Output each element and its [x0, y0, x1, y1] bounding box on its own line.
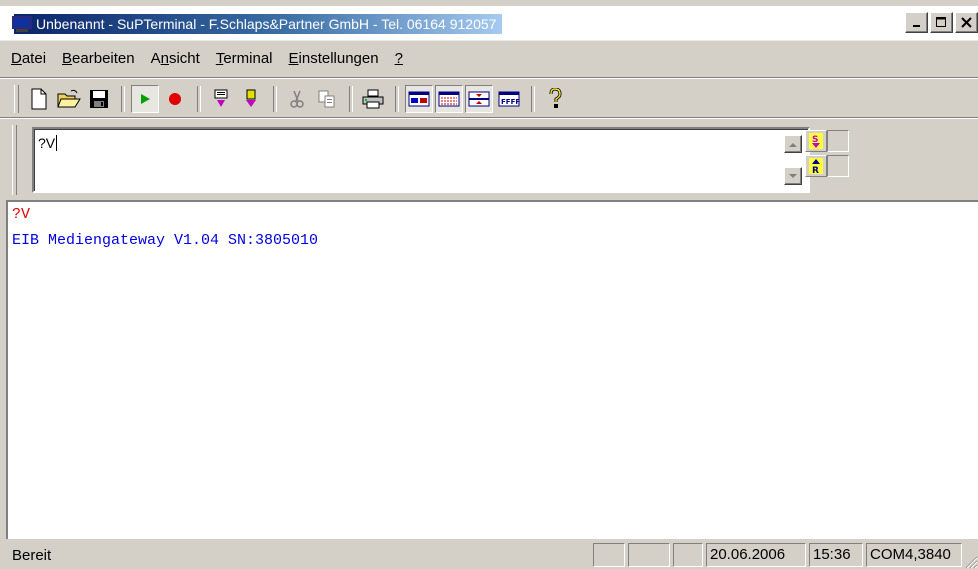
- menu-bearbeiten-accel: B: [62, 50, 73, 67]
- menu-bearbeiten[interactable]: Bearbeiten: [57, 48, 140, 70]
- close-icon: [961, 17, 972, 28]
- minimize-button[interactable]: [905, 12, 928, 33]
- view-table-button[interactable]: [435, 85, 463, 113]
- maximize-button[interactable]: [930, 12, 953, 33]
- status-date: 20.06.2006: [706, 543, 806, 567]
- svg-text:R: R: [812, 166, 819, 175]
- toolbar-separator: [349, 86, 353, 112]
- view-ffff-button[interactable]: FFFF: [495, 85, 523, 113]
- menu-datei[interactable]: Datei: [6, 48, 51, 70]
- send-button[interactable]: [207, 85, 235, 113]
- status-bar: Bereit 20.06.2006 15:36 COM4,3840: [0, 542, 978, 569]
- svg-text:FFFF: FFFF: [501, 98, 520, 106]
- menu-help-accel: ?: [394, 50, 403, 67]
- command-input-text: ?V: [38, 135, 58, 151]
- view-split-icon: [468, 91, 490, 107]
- status-panel-empty: [673, 543, 703, 567]
- stop-button[interactable]: [161, 85, 189, 113]
- resize-grip-icon[interactable]: [964, 555, 978, 569]
- toolbar: FFFF: [14, 83, 571, 115]
- view-hex-button[interactable]: [405, 85, 433, 113]
- receive-button[interactable]: [237, 85, 265, 113]
- open-folder-icon: [57, 89, 81, 108]
- receive-r-icon: R: [809, 158, 823, 175]
- view-hex-icon: [408, 91, 430, 107]
- toolbar-separator: [395, 86, 399, 112]
- status-port: COM4,3840: [866, 543, 962, 567]
- minimize-icon: [912, 24, 920, 27]
- menu-ansicht-accel: n: [160, 50, 169, 67]
- input-panel-grip[interactable]: [12, 125, 17, 195]
- scroll-up-button[interactable]: [784, 135, 802, 153]
- send-s-icon: S: [809, 133, 823, 149]
- scroll-down-button[interactable]: [784, 167, 802, 185]
- menu-einstellungen[interactable]: Einstellungen: [284, 48, 384, 70]
- view-table-icon: [438, 91, 460, 107]
- send-s-button[interactable]: S: [805, 130, 827, 152]
- menu-ansicht-label: sicht: [168, 50, 200, 67]
- save-disk-icon: [90, 90, 108, 108]
- app-icon[interactable]: [12, 15, 38, 33]
- send-down-icon: [214, 89, 228, 107]
- help-question-icon: [549, 88, 562, 108]
- print-button[interactable]: [359, 85, 387, 113]
- toolbar-separator-line: [0, 117, 978, 119]
- cut-button[interactable]: [283, 85, 311, 113]
- menu-ansicht-pre: A: [150, 50, 161, 67]
- new-button[interactable]: [25, 85, 53, 113]
- status-panel-empty: [593, 543, 625, 567]
- menu-terminal[interactable]: Terminal: [211, 48, 278, 70]
- window-title: Unbenannt - SuPTerminal - F.Schlaps&Part…: [14, 14, 503, 34]
- receive-r-button[interactable]: R: [805, 155, 827, 177]
- menu-separator: [0, 77, 978, 79]
- toolbar-grip[interactable]: [14, 85, 19, 113]
- save-button[interactable]: [85, 85, 113, 113]
- menu-help[interactable]: ?: [390, 48, 408, 70]
- view-ffff-icon: FFFF: [498, 91, 520, 107]
- run-button[interactable]: [131, 85, 159, 113]
- print-icon: [362, 89, 384, 109]
- toolbar-separator: [531, 86, 535, 112]
- record-icon: [169, 93, 181, 105]
- output-line-command: ?V: [12, 206, 31, 223]
- receive-down-icon: [246, 89, 256, 107]
- output-line-response: EIB Mediengateway V1.04 SN:3805010: [12, 232, 319, 249]
- receive-status-field: [827, 155, 849, 177]
- toolbar-separator: [273, 86, 277, 112]
- copy-button[interactable]: [313, 85, 341, 113]
- send-receive-buttons: S R: [805, 130, 849, 180]
- toolbar-separator: [121, 86, 125, 112]
- toolbar-separator: [197, 86, 201, 112]
- status-panel-empty: [628, 543, 670, 567]
- copy-icon: [318, 90, 335, 108]
- status-text: Bereit: [12, 547, 52, 564]
- menu-bearbeiten-label: earbeiten: [72, 50, 135, 67]
- command-input-panel: ?V S R: [12, 121, 978, 199]
- help-button[interactable]: [541, 85, 569, 113]
- application-window: Unbenannt - SuPTerminal - F.Schlaps&Part…: [0, 0, 978, 569]
- menu-datei-label: atei: [21, 50, 47, 67]
- menu-datei-accel: D: [11, 50, 22, 67]
- menu-einstellungen-accel: E: [288, 50, 299, 67]
- arrow-up-icon: [789, 142, 797, 147]
- close-button[interactable]: [955, 12, 978, 33]
- menu-ansicht[interactable]: Ansicht: [146, 48, 205, 70]
- menu-terminal-label: erminal: [223, 50, 273, 67]
- play-icon: [141, 94, 150, 104]
- text-caret: [56, 135, 58, 151]
- status-time: 15:36: [809, 543, 863, 567]
- title-bar[interactable]: Unbenannt - SuPTerminal - F.Schlaps&Part…: [0, 6, 978, 41]
- arrow-down-icon: [789, 173, 797, 178]
- send-status-field: [827, 130, 849, 152]
- command-input[interactable]: ?V: [32, 127, 810, 193]
- cut-icon: [290, 90, 304, 108]
- open-button[interactable]: [55, 85, 83, 113]
- menu-bar: Datei Bearbeiten Ansicht Terminal Einste…: [0, 44, 978, 74]
- new-document-icon: [31, 88, 47, 110]
- menu-einstellungen-label: instellungen: [298, 50, 379, 67]
- maximize-icon: [936, 17, 946, 27]
- view-split-button[interactable]: [465, 85, 493, 113]
- terminal-output[interactable]: ?V EIB Mediengateway V1.04 SN:3805010: [6, 200, 978, 539]
- command-input-value: ?V: [38, 135, 56, 151]
